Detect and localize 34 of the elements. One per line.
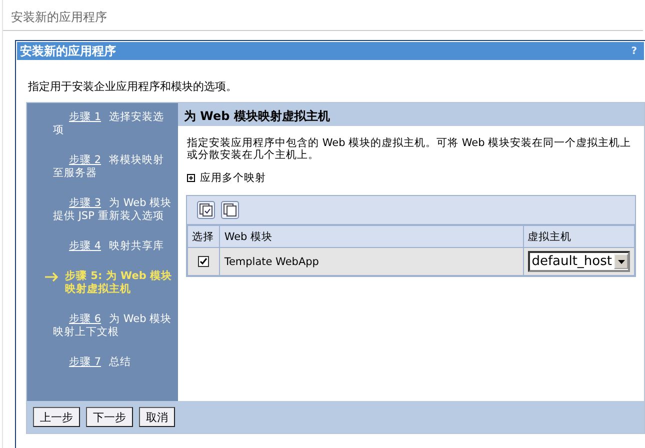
column-header: Web 模块 (220, 226, 524, 248)
page-title: 安装新的应用程序 (3, 0, 643, 31)
step-link[interactable]: 步骤 7 (53, 356, 110, 368)
step-link[interactable]: 步骤 1 (53, 111, 110, 123)
checkbox[interactable] (198, 256, 210, 267)
content-description: 指定安装应用程序中包含的 Web 模块的虚拟主机。可将 Web 模块安装在同一个虚拟主机上或分散安装在几个主机上。 (186, 136, 632, 163)
caret-icon (618, 260, 624, 264)
step-link[interactable]: 步骤 6 (53, 313, 110, 325)
column-header: 虚拟主机 (523, 226, 634, 248)
wizard-button[interactable]: 取消 (139, 407, 175, 427)
table-cell: Template WebApp (220, 248, 524, 276)
column-header: 选择 (188, 226, 220, 248)
wizard-button[interactable]: 下一步 (86, 407, 133, 427)
panel-description: 指定用于安装企业应用程序和模块的选项。 (27, 79, 238, 95)
wizard-button[interactable]: 上一步 (33, 407, 80, 427)
step-label: 步骤 6 为 Web 模块映射上下文根 (52, 313, 172, 339)
step-link[interactable]: 步骤 4 (53, 240, 110, 252)
help-link[interactable]: ? (631, 46, 641, 56)
step-label: 步骤 1 选择安装选项 (52, 111, 166, 137)
step-label: 步骤 7 总结 (45, 356, 172, 369)
plus-icon (187, 174, 195, 182)
content-title: 为 Web 模块映射虚拟主机 (178, 103, 644, 126)
host-dropdown[interactable]: default_host (528, 251, 630, 272)
step-label: 步骤 4 映射共享库 (45, 240, 172, 253)
step-label: 步骤 3 为 Web 模块提供 JSP 重新装入选项 (52, 197, 172, 223)
expander[interactable]: 应用多个映射 (178, 165, 644, 191)
deselect-all-icon[interactable] (221, 201, 239, 219)
step-label: 步骤 2 将模块映射至服务器 (52, 154, 166, 180)
panel-title: 安装新的应用程序 (20, 42, 116, 60)
step-label: 步骤 5: 为 Web 模块映射虚拟主机 (65, 270, 172, 296)
step-link[interactable]: 步骤 3 (53, 197, 110, 209)
arrow-icon (45, 272, 59, 282)
step-link[interactable]: 步骤 2 (53, 154, 110, 166)
select-all-icon[interactable] (197, 201, 215, 219)
